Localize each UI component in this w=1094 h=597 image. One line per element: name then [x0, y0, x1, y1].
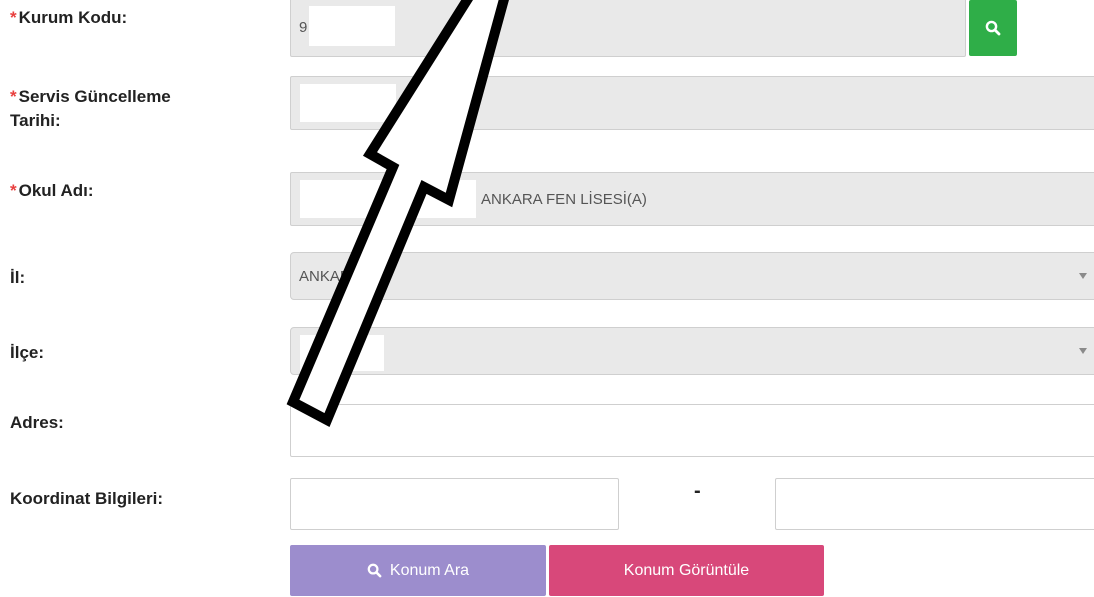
search-icon [367, 563, 382, 578]
koordinat-enlem-input[interactable] [290, 478, 619, 530]
konum-goruntule-button[interactable]: Konum Görüntüle [549, 545, 824, 596]
chevron-down-icon [1079, 348, 1087, 354]
required-mark: * [10, 181, 17, 200]
search-icon [985, 20, 1001, 36]
label-adres: Adres: [10, 413, 64, 432]
redaction-box [309, 6, 395, 46]
label-il: İl: [10, 268, 26, 287]
ilce-select[interactable] [290, 327, 1094, 375]
required-mark: * [10, 8, 17, 27]
koordinat-boylam-input[interactable] [775, 478, 1094, 530]
redaction-box [300, 335, 384, 371]
label-okul-adi: * Okul Adı: [10, 181, 94, 200]
label-koordinat-bilgileri: Koordinat Bilgileri: [10, 489, 163, 508]
servis-guncelleme-tarihi-input[interactable]: 2 12 ÖS [290, 76, 1094, 130]
search-button[interactable] [969, 0, 1017, 56]
label-kurum-kodu: * Kurum Kodu: [10, 8, 128, 27]
coordinate-separator: - [694, 480, 701, 502]
chevron-down-icon [1079, 273, 1087, 279]
required-mark: * [10, 87, 17, 106]
konum-ara-button[interactable]: Konum Ara [290, 545, 546, 596]
adres-textarea[interactable] [290, 404, 1094, 457]
il-select[interactable]: ANKARA [290, 252, 1094, 300]
label-servis-guncelleme-tarihi: * Servis Güncelleme Tarihi: [10, 87, 171, 130]
redaction-box [300, 180, 476, 218]
label-ilce: İlçe: [10, 343, 45, 362]
redaction-box [300, 84, 396, 122]
